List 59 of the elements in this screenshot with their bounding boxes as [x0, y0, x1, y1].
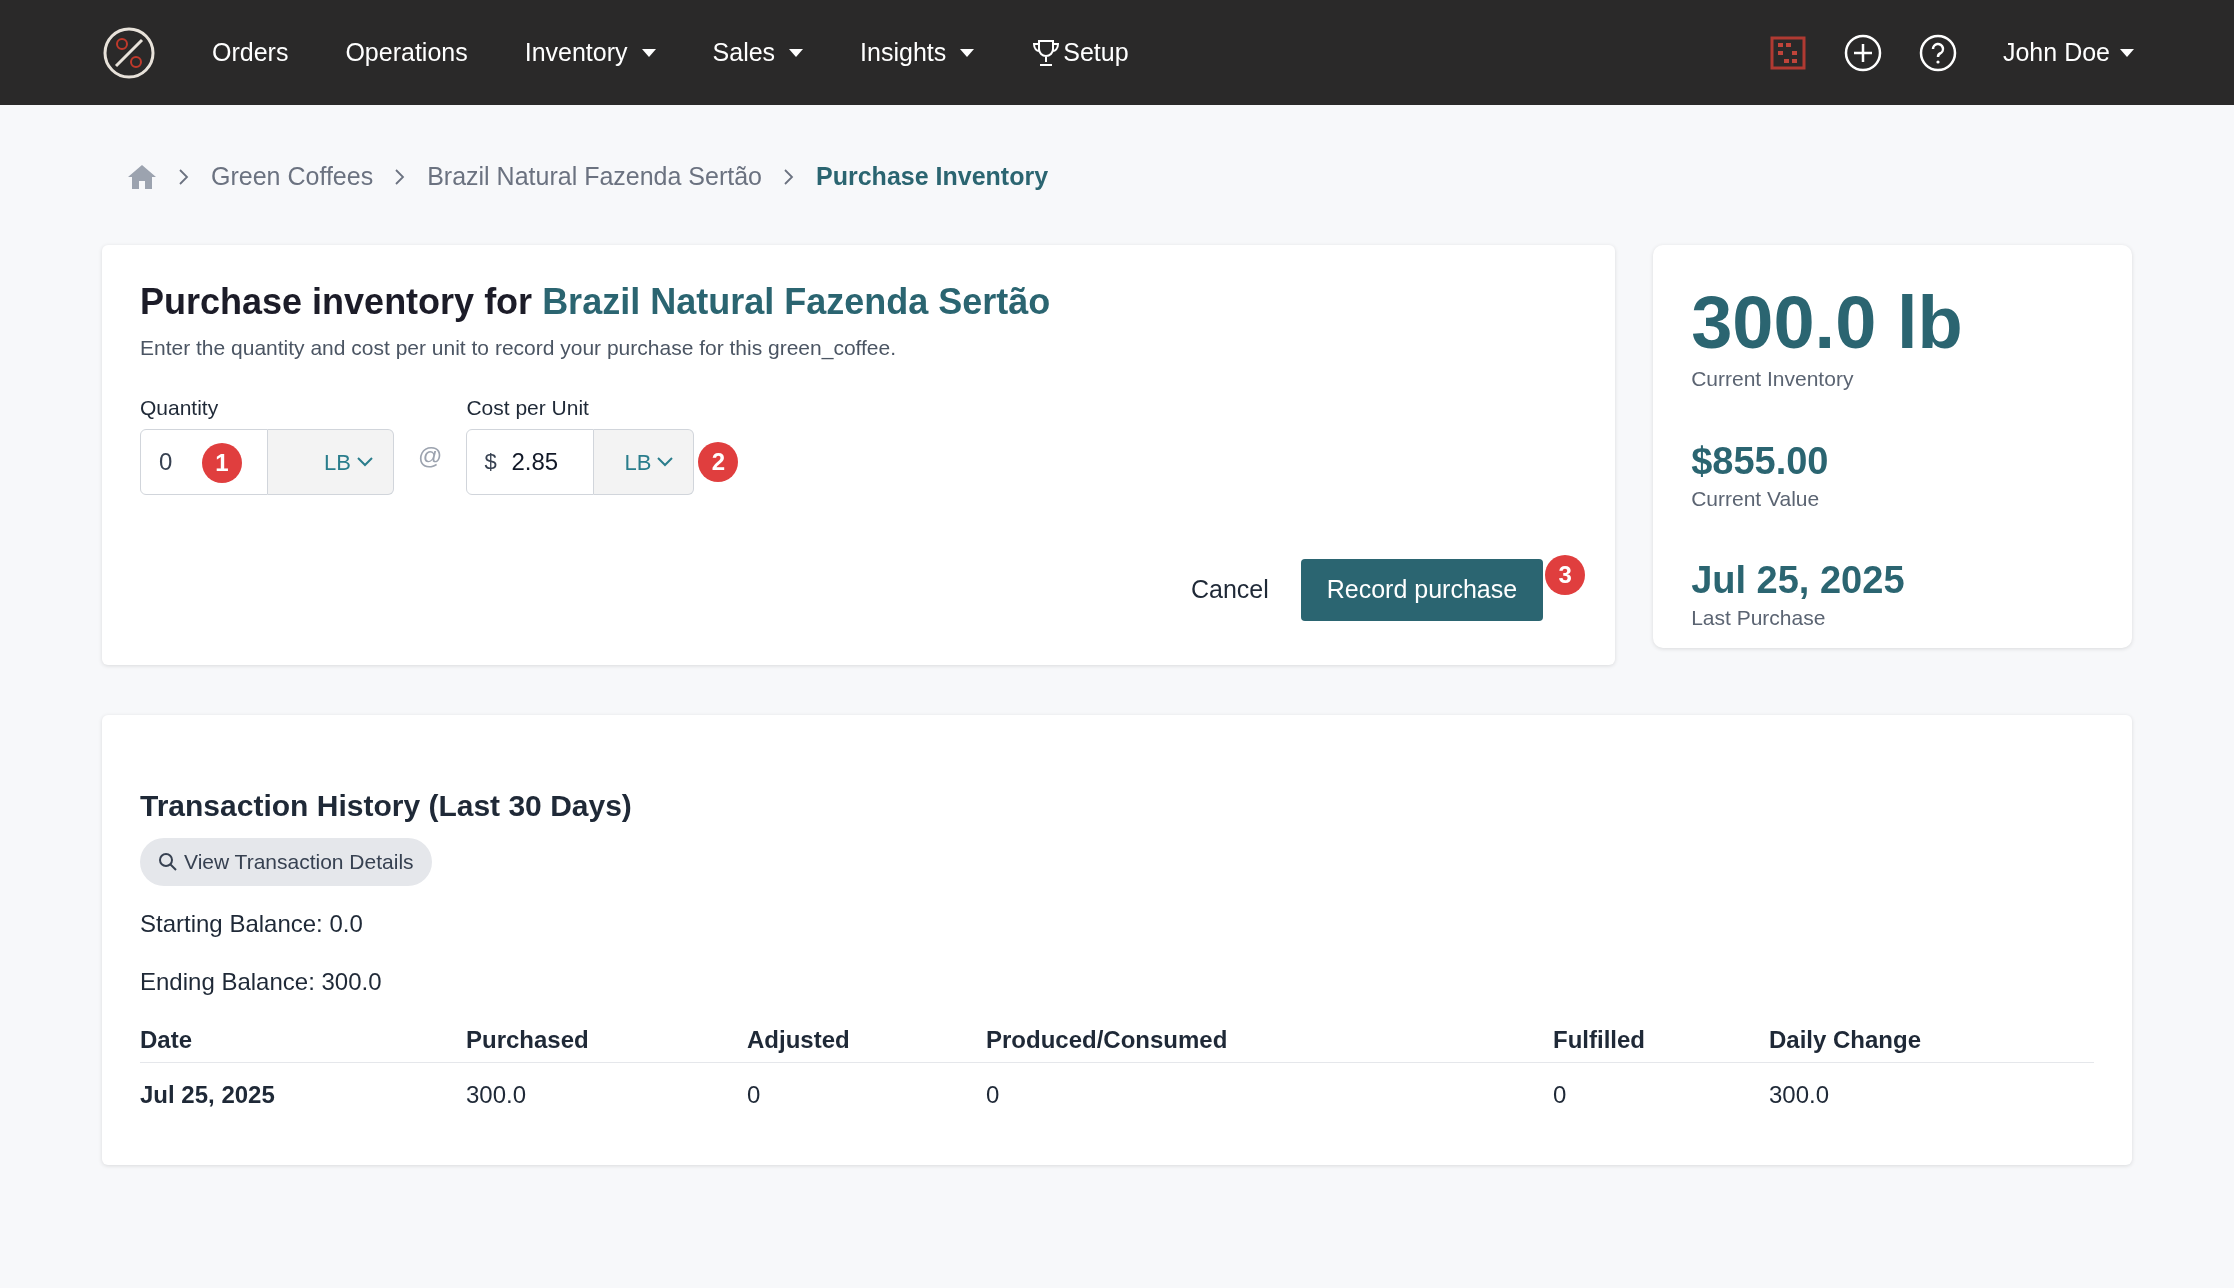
table-cell: 300.0 — [466, 1081, 527, 1108]
caret-icon — [641, 48, 656, 57]
nav-menu-item[interactable]: Sales — [712, 33, 804, 72]
stat-label: Last Purchase — [1691, 605, 1827, 631]
chevron-down-icon — [357, 457, 373, 467]
search-icon — [158, 852, 178, 872]
field-label: Cost per Unit — [466, 394, 590, 421]
breadcrumb-link[interactable]: Purchase Inventory — [816, 158, 1049, 196]
breadcrumb-link[interactable]: Green Coffees — [211, 158, 374, 196]
unit-dropdown[interactable]: LB — [268, 429, 394, 495]
stat-label: Current Value — [1691, 485, 1821, 512]
table-cell: Jul 25, 2025 — [140, 1081, 275, 1108]
column-header: Produced/Consumed — [986, 1026, 1228, 1053]
add-icon[interactable] — [1843, 33, 1882, 72]
column-header: Purchased — [466, 1026, 589, 1053]
ending-balance: Ending Balance: 300.0 — [140, 967, 383, 997]
table-cell: 0 — [986, 1081, 1000, 1108]
caret-icon — [2120, 48, 2134, 57]
section-title: Transaction History (Last 30 Days) — [140, 788, 633, 824]
nav-menu-item[interactable]: Setup — [1031, 33, 1129, 72]
unit-dropdown[interactable]: LB — [594, 429, 695, 495]
step-marker: 2 — [698, 442, 739, 482]
caret-icon — [960, 48, 975, 57]
stat-value: 300.0 lb — [1691, 283, 1964, 363]
chevron-down-icon — [657, 457, 674, 467]
table-cell: 0 — [1553, 1081, 1567, 1108]
stat-value: Jul 25, 2025 — [1691, 558, 1906, 602]
at-sign: @ — [418, 440, 443, 471]
table-cell: 300.0 — [1769, 1081, 1830, 1108]
nav-menu-item[interactable]: Operations — [345, 33, 468, 72]
column-header: Daily Change — [1769, 1026, 1922, 1053]
stat-value: $855.00 — [1691, 438, 1830, 483]
step-marker: 3 — [1545, 555, 1586, 595]
table-cell: 0 — [747, 1081, 761, 1108]
abacus-icon[interactable] — [1769, 34, 1806, 71]
chevron-right-icon — [179, 169, 189, 185]
record-purchase-button[interactable]: Record purchase — [1300, 559, 1544, 621]
view-details-button[interactable]: View Transaction Details — [140, 838, 432, 886]
form-title: Purchase inventory for Brazil Natural Fazenda Sertão — [140, 280, 1052, 324]
nav-menu-item[interactable]: Orders — [212, 33, 289, 72]
trophy-icon — [1031, 37, 1062, 68]
form-description: Enter the quantity and cost per unit to record your purchase for this green_coffee. — [140, 335, 898, 362]
column-header: Adjusted — [747, 1026, 850, 1053]
nav-menu-item[interactable]: Insights — [860, 33, 975, 72]
breadcrumb-link[interactable]: Brazil Natural Fazenda Sertão — [427, 158, 763, 196]
nav-menu-item[interactable]: Inventory — [524, 33, 656, 72]
currency-symbol: $ — [484, 449, 497, 475]
caret-icon — [789, 48, 804, 57]
chevron-right-icon — [395, 169, 406, 185]
stat-label: Current Inventory — [1691, 366, 1855, 392]
column-header: Date — [140, 1026, 193, 1053]
starting-balance: Starting Balance: 0.0 — [140, 909, 364, 939]
cancel-button[interactable]: Cancel — [1174, 559, 1285, 621]
field-label: Quantity — [140, 394, 220, 421]
user-menu[interactable]: John Doe — [2002, 33, 2134, 72]
chevron-right-icon — [784, 169, 795, 185]
logo-icon[interactable] — [102, 25, 156, 80]
column-header: Fulfilled — [1553, 1026, 1645, 1053]
help-icon[interactable] — [1918, 33, 1957, 72]
